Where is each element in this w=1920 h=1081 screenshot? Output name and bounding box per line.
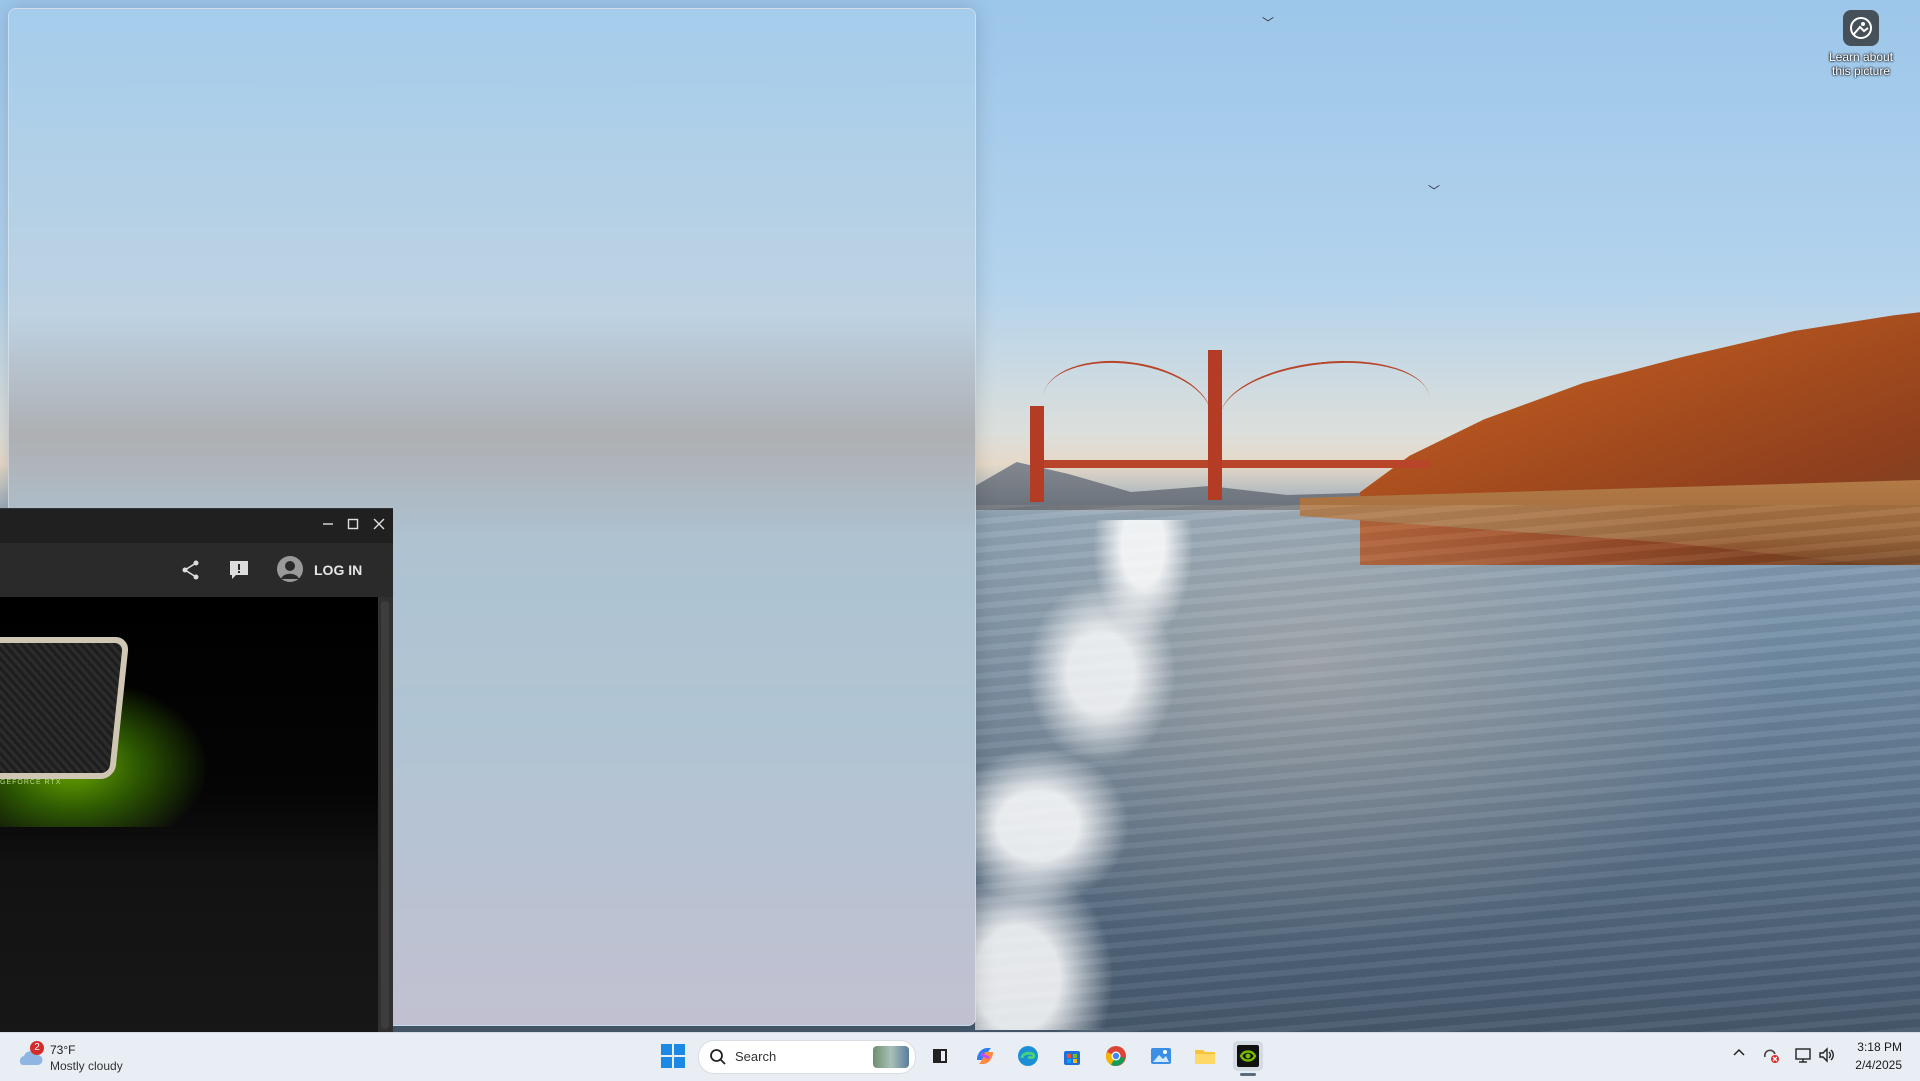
wallpaper-bridge-deck <box>1030 460 1430 468</box>
gpu-product-image <box>0 637 130 779</box>
photos-app-icon[interactable] <box>1146 1041 1176 1071</box>
search-icon <box>709 1048 727 1066</box>
app-titlebar[interactable] <box>0 509 393 543</box>
maximize-button[interactable] <box>342 515 364 537</box>
gpu-label-text: GEFORCE RTX <box>0 779 62 786</box>
share-icon[interactable] <box>180 559 202 581</box>
copilot-icon[interactable] <box>970 1041 1000 1071</box>
wallpaper-bridge-cable <box>1036 350 1218 466</box>
minimize-button[interactable] <box>317 515 339 537</box>
bird-icon: ﹀ <box>1428 184 1441 198</box>
learn-about-picture-label: Learn about this picture <box>1828 50 1894 78</box>
learn-about-picture-button[interactable]: Learn about this picture <box>1826 10 1896 78</box>
clock-time[interactable]: 3:18 PM <box>1856 1040 1902 1054</box>
volume-icon[interactable] <box>1818 1046 1836 1064</box>
nvidia-app-icon[interactable] <box>1233 1041 1263 1071</box>
weather-condition: Mostly cloudy <box>50 1059 123 1073</box>
store-icon[interactable] <box>1057 1041 1087 1071</box>
network-icon[interactable] <box>1794 1046 1812 1064</box>
weather-widget[interactable]: 2 73°F Mostly cloudy <box>16 1041 176 1075</box>
login-button[interactable]: LOG IN <box>314 562 362 578</box>
close-button[interactable] <box>368 515 390 537</box>
chrome-browser-icon[interactable] <box>1101 1041 1131 1071</box>
wallpaper-bridge-tower <box>1208 350 1222 500</box>
file-explorer-icon[interactable] <box>1190 1041 1220 1071</box>
bird-icon: ﹀ <box>1262 16 1275 30</box>
feedback-icon[interactable] <box>228 559 250 581</box>
search-placeholder: Search <box>735 1049 777 1064</box>
start-button[interactable] <box>658 1041 688 1071</box>
app-header: LOG IN <box>0 543 393 597</box>
weather-temperature: 73°F <box>50 1043 76 1057</box>
app-scrollbar[interactable] <box>378 597 393 1033</box>
search-input[interactable]: Search <box>698 1040 916 1074</box>
task-view-icon[interactable] <box>925 1041 955 1071</box>
active-app-indicator <box>1240 1073 1256 1076</box>
sync-error-icon[interactable] <box>1762 1046 1780 1064</box>
app-content-banner: GEFORCE RTX <box>0 597 378 1033</box>
gpu-app-window[interactable]: LOG IN GEFORCE RTX <box>0 508 393 1033</box>
search-highlight-image[interactable] <box>873 1046 909 1068</box>
scrollbar-thumb[interactable] <box>381 601 389 1029</box>
edge-browser-icon[interactable] <box>1013 1041 1043 1071</box>
wallpaper-surf-foam <box>975 520 1395 1030</box>
chevron-up-icon[interactable] <box>1732 1046 1746 1060</box>
wallpaper-bridge-tower <box>1030 406 1044 502</box>
user-avatar-icon[interactable] <box>276 555 304 583</box>
clock-date[interactable]: 2/4/2025 <box>1848 1058 1902 1072</box>
weather-alert-badge: 2 <box>30 1041 44 1055</box>
wallpaper-bridge-cable <box>1215 351 1435 465</box>
camera-info-icon <box>1843 10 1879 46</box>
taskbar: 2 73°F Mostly cloudy <box>0 1032 1920 1081</box>
